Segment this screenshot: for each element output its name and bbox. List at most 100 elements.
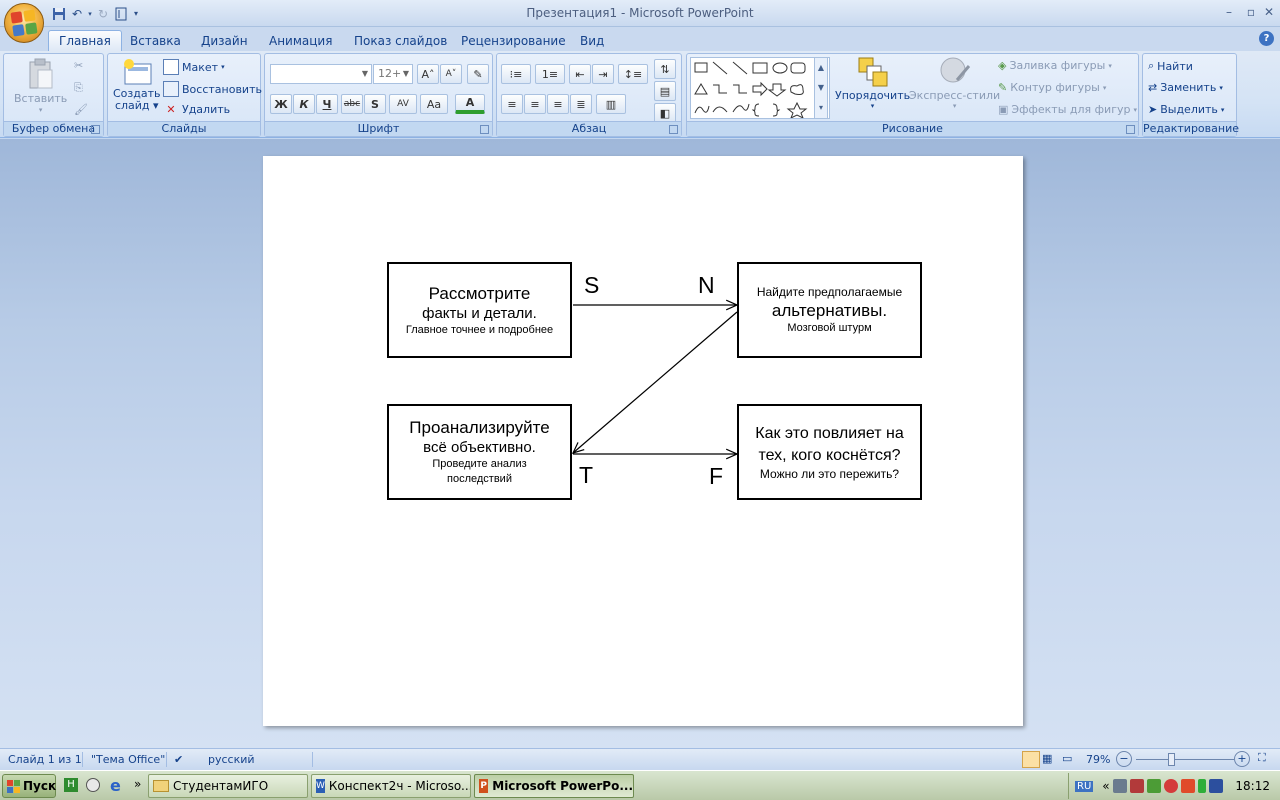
font-name-combo[interactable]: ▼ bbox=[270, 64, 372, 84]
line-spacing-icon[interactable]: ↕≡ bbox=[618, 64, 648, 84]
clear-format-icon[interactable]: ✎ bbox=[467, 64, 489, 84]
numbering-icon[interactable]: 1≡ bbox=[535, 64, 565, 84]
justify-icon[interactable]: ≣ bbox=[570, 94, 592, 114]
zoom-in-icon[interactable]: + bbox=[1234, 751, 1250, 767]
paragraph-launcher-icon[interactable] bbox=[669, 125, 678, 134]
taskbar-item-powerpoint[interactable]: P Microsoft PowerPo... bbox=[474, 774, 634, 798]
sensing-box[interactable]: Рассмотрите факты и детали. Главное точн… bbox=[387, 262, 572, 358]
new-slide-button[interactable]: Создать слайд ▾ bbox=[113, 58, 161, 112]
media-player-icon[interactable] bbox=[86, 778, 100, 792]
internet-explorer-icon[interactable]: e bbox=[110, 776, 121, 795]
quicklaunch-more-icon[interactable]: » bbox=[134, 777, 141, 791]
taskbar-item-folder[interactable]: СтудентамИГО bbox=[148, 774, 308, 798]
shapes-icon[interactable] bbox=[691, 58, 827, 120]
feeling-box[interactable]: Как это повлияет на тех, кого коснётся? … bbox=[737, 404, 922, 500]
slideshow-view-icon[interactable]: ▭ bbox=[1062, 752, 1072, 765]
slide-canvas[interactable]: Рассмотрите факты и детали. Главное точн… bbox=[263, 156, 1023, 726]
tab-review[interactable]: Рецензирование bbox=[451, 30, 576, 51]
display-icon[interactable] bbox=[1208, 779, 1223, 793]
close-icon[interactable]: ✕ bbox=[1258, 3, 1280, 21]
shadow-button[interactable]: S bbox=[364, 94, 386, 114]
copy-icon[interactable]: ⎘ bbox=[74, 81, 83, 95]
taskbar-item-word[interactable]: W Конспект2ч - Microso... bbox=[311, 774, 471, 798]
arrow-n-to-t[interactable] bbox=[573, 311, 738, 453]
columns-icon[interactable]: ▥ bbox=[596, 94, 626, 114]
tab-slideshow[interactable]: Показ слайдов bbox=[344, 30, 457, 51]
replace-icon: ⇄ bbox=[1148, 81, 1158, 94]
char-spacing-button[interactable]: AV bbox=[389, 94, 417, 114]
layout-button[interactable]: Макет ▾ bbox=[163, 59, 225, 75]
status-bar: Слайд 1 из 1 "Тема Office" ✔ русский ▦ ▭… bbox=[0, 748, 1280, 770]
new-slide-icon bbox=[123, 59, 152, 85]
font-size-combo[interactable]: 12+ ▼ bbox=[373, 64, 413, 84]
zoom-slider-thumb[interactable] bbox=[1168, 753, 1175, 766]
tab-home[interactable]: Главная bbox=[48, 30, 122, 51]
start-button[interactable]: Пуск bbox=[2, 774, 56, 798]
align-center-icon[interactable]: ≡ bbox=[524, 94, 546, 114]
align-text-icon[interactable]: ▤ bbox=[654, 81, 676, 101]
align-right-icon[interactable]: ≡ bbox=[547, 94, 569, 114]
fit-to-window-icon[interactable]: ⛶ bbox=[1258, 751, 1266, 765]
tab-animation[interactable]: Анимация bbox=[259, 30, 342, 51]
antivirus-icon[interactable] bbox=[1129, 779, 1144, 793]
status-separator bbox=[82, 752, 83, 767]
cut-icon[interactable]: ✂ bbox=[74, 59, 83, 72]
language-indicator[interactable]: русский bbox=[208, 753, 255, 766]
shape-outline-button[interactable]: ✎ Контур фигуры ▾ bbox=[998, 81, 1106, 94]
intuition-box[interactable]: Найдите предполагаемые альтернативы. Моз… bbox=[737, 262, 922, 358]
decrease-indent-icon[interactable]: ⇤ bbox=[569, 64, 591, 84]
thinking-box[interactable]: Проанализируйте всё объективно. Проведит… bbox=[387, 404, 572, 500]
change-case-button[interactable]: Aa bbox=[420, 94, 448, 114]
shrink-font-icon[interactable]: A˅ bbox=[440, 64, 462, 84]
language-bar[interactable]: RU bbox=[1075, 780, 1094, 792]
slide-sorter-icon[interactable]: ▦ bbox=[1042, 752, 1052, 765]
format-painter-icon[interactable]: 🖌 bbox=[74, 103, 88, 116]
spellcheck-icon[interactable]: ✔ bbox=[174, 753, 183, 766]
bullets-icon[interactable]: ⁝≡ bbox=[501, 64, 531, 84]
grow-font-icon[interactable]: A˄ bbox=[417, 64, 439, 84]
tab-insert[interactable]: Вставка bbox=[120, 30, 191, 51]
clock: 18:12 bbox=[1235, 779, 1270, 793]
quicklaunch-app-icon[interactable]: H bbox=[64, 778, 78, 792]
increase-indent-icon[interactable]: ⇥ bbox=[592, 64, 614, 84]
clipboard-launcher-icon[interactable] bbox=[91, 125, 100, 134]
battery-icon[interactable] bbox=[1197, 779, 1206, 793]
arrange-button[interactable]: Упорядочить ▾ bbox=[835, 56, 910, 110]
find-button[interactable]: ⌕ Найти bbox=[1148, 59, 1193, 73]
help-icon[interactable]: ? bbox=[1259, 31, 1274, 46]
shape-fill-button[interactable]: ◈ Заливка фигуры ▾ bbox=[998, 59, 1112, 72]
paste-icon bbox=[29, 58, 53, 89]
theme-name[interactable]: "Тема Office" bbox=[91, 753, 165, 766]
font-color-button[interactable]: A bbox=[455, 94, 485, 114]
reset-button[interactable]: Восстановить bbox=[163, 81, 262, 97]
office-button[interactable] bbox=[4, 3, 44, 43]
bold-button[interactable]: Ж bbox=[270, 94, 292, 114]
strikethrough-button[interactable]: abc bbox=[341, 94, 363, 114]
utility-icon[interactable] bbox=[1146, 779, 1161, 793]
update-icon[interactable] bbox=[1180, 779, 1195, 793]
replace-button[interactable]: ⇄ Заменить ▾ bbox=[1148, 81, 1223, 94]
quick-styles-button[interactable]: Экспресс-стили ▾ bbox=[909, 56, 1000, 110]
italic-button[interactable]: К bbox=[293, 94, 315, 114]
tray-expand-icon[interactable]: « bbox=[1102, 779, 1109, 793]
align-left-icon[interactable]: ≡ bbox=[501, 94, 523, 114]
text-direction-icon[interactable]: ⇅ bbox=[654, 59, 676, 79]
network-icon[interactable] bbox=[1112, 779, 1127, 793]
smartart-icon[interactable]: ◧ bbox=[654, 103, 676, 123]
zoom-level[interactable]: 79% bbox=[1086, 753, 1110, 766]
opera-icon[interactable] bbox=[1163, 779, 1178, 793]
paste-button[interactable]: Вставить ▾ bbox=[14, 58, 67, 114]
delete-slide-button[interactable]: ✕ Удалить bbox=[163, 103, 230, 116]
shapes-scroll[interactable]: ▲ ▼ ▾ bbox=[814, 57, 828, 119]
tab-design[interactable]: Дизайн bbox=[191, 30, 258, 51]
minimize-icon[interactable]: – bbox=[1218, 3, 1240, 21]
select-button[interactable]: ➤ Выделить ▾ bbox=[1148, 103, 1224, 116]
font-launcher-icon[interactable] bbox=[480, 125, 489, 134]
zoom-out-icon[interactable]: − bbox=[1116, 751, 1132, 767]
drawing-launcher-icon[interactable] bbox=[1126, 125, 1135, 134]
normal-view-icon[interactable] bbox=[1022, 751, 1040, 768]
underline-button[interactable]: Ч bbox=[316, 94, 338, 114]
tab-view[interactable]: Вид bbox=[570, 30, 614, 51]
zoom-slider-track[interactable] bbox=[1136, 759, 1234, 760]
shape-effects-button[interactable]: ▣ Эффекты для фигур ▾ bbox=[998, 103, 1137, 116]
